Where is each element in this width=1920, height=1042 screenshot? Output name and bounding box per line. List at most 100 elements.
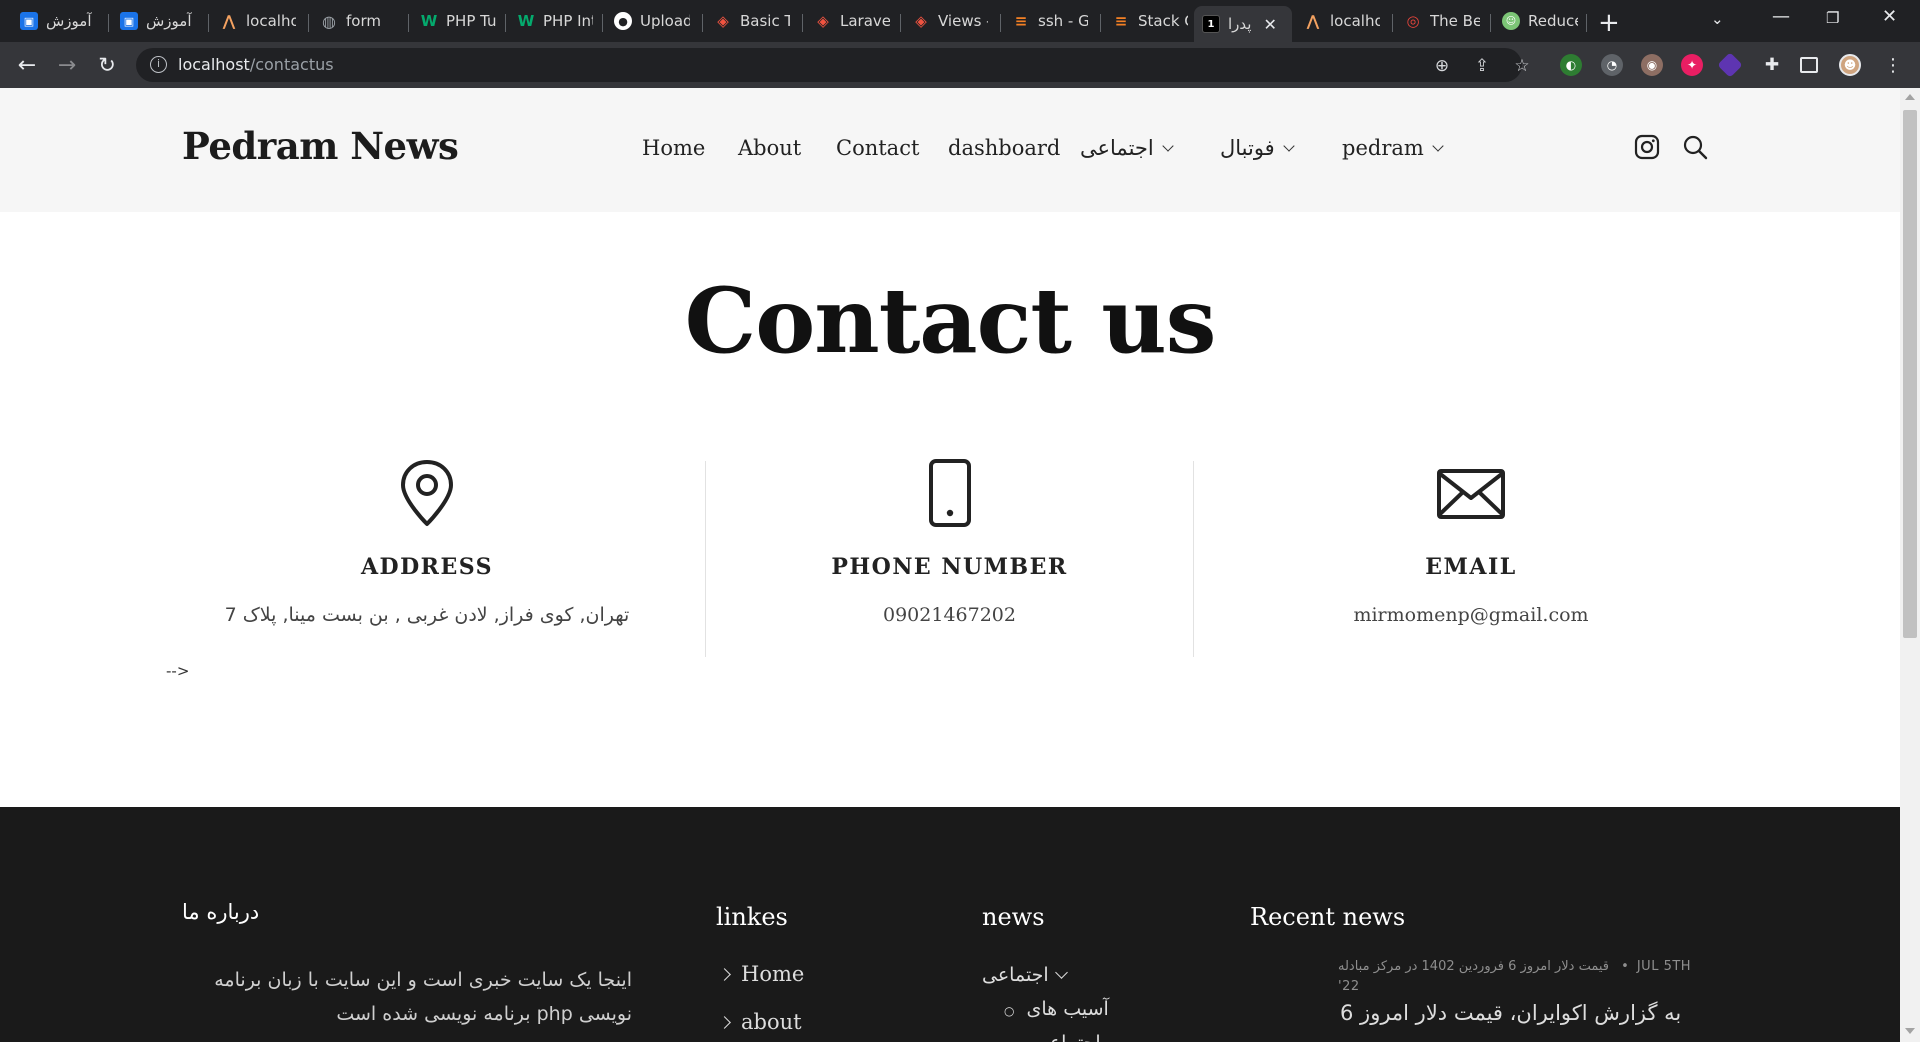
share-icon[interactable]: ⇪ [1470,54,1494,78]
tab-label: Views - [938,12,988,30]
profile-avatar[interactable]: ☻ [1839,54,1861,76]
blue-badge-icon: ▣ [120,12,138,30]
tab-label: localho [246,12,296,30]
chevron-down-icon [1432,140,1444,152]
footer-news-subitem[interactable]: ○ آسیب های [1004,998,1109,1020]
new-tab-button[interactable]: + [1598,8,1620,38]
browser-tab[interactable]: ◈ Basic Ta [706,5,798,37]
extension-icon[interactable]: ◉ [1641,54,1663,76]
browser-tab[interactable]: W PHP Int [509,5,601,37]
tab-search-chevron-icon[interactable]: ⌄ [1711,10,1724,28]
extension-icon[interactable]: ◔ [1601,54,1623,76]
recent-news-text: قیمت دلار امروز 6 فروردین 1402 در مرکز م… [1338,959,1610,974]
footer-about-heading: درباره ما [182,900,260,924]
forward-button[interactable]: → [52,50,82,80]
bookmark-star-icon[interactable]: ☆ [1510,54,1534,78]
bullet-separator: • [1621,959,1629,974]
footer-link-home[interactable]: Home [718,962,805,986]
back-button[interactable]: ← [12,50,42,80]
address-bar[interactable]: i localhost/contactus ⊕ ⇪ ☆ [136,48,1530,82]
extensions-puzzle-icon[interactable]: ✚ [1761,54,1783,76]
footer-news-subitem-2[interactable]: اجتماعی [1034,1032,1101,1042]
footer-news-heading: news [982,903,1045,931]
browser-tab-active[interactable]: 1 پدرا ✕ [1194,6,1292,42]
nav-dropdown-football[interactable]: فوتبال [1220,136,1295,160]
close-tab-icon[interactable]: ✕ [1263,15,1276,34]
site-brand[interactable]: Pedram News [182,124,459,168]
globe-icon: ◍ [322,11,336,31]
github-icon: ● [614,12,632,30]
reload-button[interactable]: ↻ [92,50,122,80]
footer-link-label: Home [741,962,805,986]
instagram-icon[interactable] [1634,134,1660,160]
stackoverflow-icon: ≡ [1114,12,1128,30]
browser-tab[interactable]: ◈ Laravel [806,5,898,37]
chevron-down-icon [1162,140,1174,152]
email-value[interactable]: mirmomenp@gmail.com [1194,604,1748,626]
scroll-down-arrow-icon[interactable] [1905,1028,1915,1034]
tab-label: Stack C [1138,12,1188,30]
recent-news-title[interactable]: به گزارش اکوایران، قیمت دلار امروز 6 [1340,1001,1710,1025]
target-icon: ◎ [1406,12,1420,30]
laravel-icon: ⋀ [222,12,236,30]
phone-value: 09021467202 [883,604,1016,626]
browser-tab[interactable]: W PHP Tu [412,5,504,37]
extension-icon[interactable]: ✦ [1681,54,1703,76]
browser-tab[interactable]: ● Upload [606,5,698,37]
browser-tab[interactable]: ≡ ssh - G [1004,5,1096,37]
laravel-icon: ◈ [717,12,729,30]
nav-dropdown-social[interactable]: اجتماعی [1080,136,1174,160]
browser-tab[interactable]: ≡ Stack C [1104,5,1196,37]
address-heading: ADDRESS [360,554,494,580]
chevron-right-icon [718,968,731,981]
url-host: localhost [178,55,250,74]
close-window-button[interactable]: ✕ [1882,6,1897,27]
bullet-icon: ○ [1004,1004,1015,1018]
browser-tab[interactable]: ▣ آموزش [112,5,204,37]
tab-label: localho [1330,12,1380,30]
chevron-down-icon [1054,966,1068,979]
chevron-down-icon [1283,140,1295,152]
nav-home[interactable]: Home [642,136,705,160]
browser-tab[interactable]: ⋀ localho [212,5,304,37]
nav-dropdown-pedram[interactable]: pedram [1342,136,1444,160]
footer-link-about[interactable]: about [718,1010,802,1034]
restore-window-button[interactable]: ❐ [1826,9,1839,27]
scrollbar-thumb[interactable] [1903,110,1917,638]
site-footer: درباره ما اینجا یک سایت خبری است و این س… [0,807,1900,1042]
footer-news-sub-label: آسیب های [1026,998,1109,1020]
nav-contact[interactable]: Contact [836,136,919,160]
w3-icon: W [420,12,438,30]
extension-icon[interactable] [1717,52,1743,78]
laravel-icon: ⋀ [1306,12,1320,30]
w3-icon: W [517,12,535,30]
footer-news-category[interactable]: اجتماعی [982,964,1068,986]
browser-tab-strip: ▣ آموزش ▣ آموزش ⋀ localho ◍ form W PHP T… [0,0,1920,42]
tab-label: Upload [640,12,690,30]
scroll-up-arrow-icon[interactable] [1905,94,1915,100]
stray-comment-text: --> [166,662,190,680]
browser-tab[interactable]: ◎ The Be [1396,5,1488,37]
tab-label: form [346,12,381,30]
search-icon[interactable] [1682,134,1708,160]
site-info-icon[interactable]: i [150,56,167,73]
browser-tab[interactable]: ◍ form [312,5,404,37]
browser-tab[interactable]: ⋀ localho [1296,5,1388,37]
browser-menu-icon[interactable]: ⋮ [1882,54,1904,76]
minimize-window-button[interactable]: — [1772,6,1790,27]
extension-icon[interactable]: ◐ [1560,54,1582,76]
map-pin-icon [401,460,453,526]
chevron-right-icon [718,1016,731,1029]
browser-tab[interactable]: ◈ Views - [904,5,996,37]
mobile-phone-icon [928,459,971,527]
side-panel-icon[interactable] [1800,57,1818,73]
url-text[interactable]: localhost/contactus [178,55,334,74]
browser-tab[interactable]: ▣ آموزش [12,5,104,37]
browser-tab[interactable]: ☺ Reduce [1494,5,1586,37]
zoom-icon[interactable]: ⊕ [1430,54,1454,78]
nav-dashboard[interactable]: dashboard [948,136,1060,160]
footer-recent-heading: Recent news [1250,903,1406,931]
phone-heading: PHONE NUMBER [831,554,1068,580]
page-scrollbar[interactable] [1900,88,1920,1042]
nav-about[interactable]: About [738,136,801,160]
